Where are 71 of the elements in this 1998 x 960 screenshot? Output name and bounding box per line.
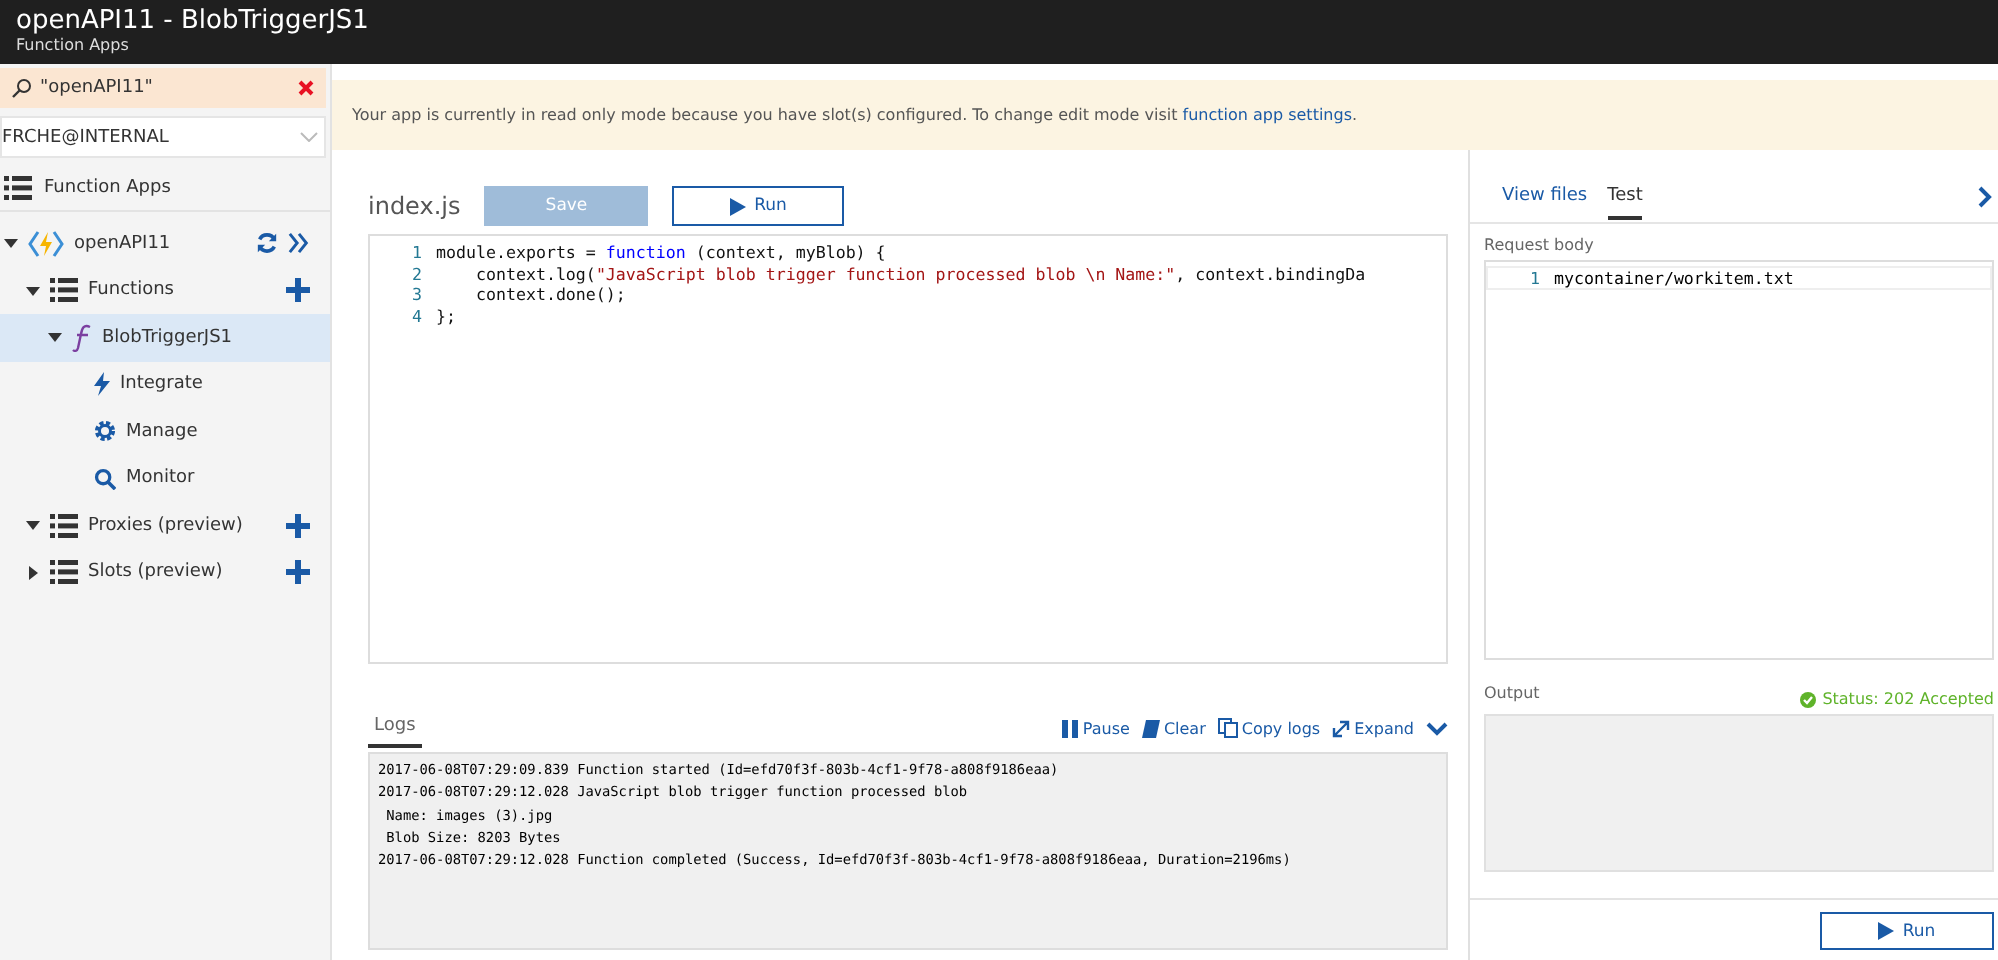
tree-item[interactable]: Slots (preview) (0, 549, 330, 596)
caret-down-icon[interactable] (26, 283, 40, 298)
function-icon (72, 323, 92, 352)
clear-link[interactable]: Clear (1141, 719, 1206, 737)
check-circle-icon (1800, 691, 1817, 707)
request-body-editor[interactable]: 1 mycontainer/workitem.txt (1484, 260, 1994, 660)
close-icon[interactable] (298, 80, 314, 96)
code-line: context.log("JavaScript blob trigger function processed blob \n Name:", context.bindingDa (473, 263, 1366, 284)
function-apps-item[interactable]: Function Apps (0, 166, 330, 212)
status-text: Status: 202 Accepted (1800, 690, 1994, 708)
line-number: 1 (410, 242, 424, 263)
search-icon (94, 467, 116, 490)
add-icon[interactable] (286, 560, 310, 585)
eraser-icon (1141, 719, 1160, 737)
window-title: openAPI11 - BlobTriggerJS1 (16, 6, 369, 36)
line-number: 4 (410, 305, 424, 326)
copy-icon (1217, 718, 1238, 738)
expand-icon (1332, 719, 1351, 737)
tree-item[interactable]: Monitor (0, 455, 330, 502)
caret-down-icon[interactable] (26, 518, 40, 533)
tree-item[interactable]: BlobTriggerJS1 (0, 314, 330, 361)
caret-down-icon[interactable] (48, 330, 62, 345)
run-button[interactable]: Run (672, 186, 845, 226)
output-label: Output (1484, 684, 1540, 706)
panel-tab[interactable]: Test (1607, 175, 1643, 219)
request-body-label: Request body (1484, 236, 1596, 258)
line-number: 3 (410, 284, 424, 305)
refresh-icon[interactable] (256, 232, 278, 255)
code-line: mycontainer/workitem.txt (1554, 268, 1794, 288)
panel-tab[interactable]: View files (1502, 175, 1588, 219)
add-icon[interactable] (286, 278, 310, 303)
chevron-down-icon (300, 132, 318, 142)
copy-link[interactable]: Copy logs (1217, 718, 1321, 738)
settings-link[interactable]: function app settings (1182, 106, 1352, 124)
list-icon (50, 513, 78, 538)
list-icon (50, 278, 78, 303)
play-icon (1878, 922, 1895, 940)
code-line: context.done(); (473, 284, 626, 305)
run-button[interactable]: Run (1820, 912, 1994, 950)
tree-item[interactable]: openAPI11 (0, 220, 330, 267)
code-line: }; (436, 305, 456, 326)
line-number: 2 (410, 263, 424, 284)
banner-text: Your app is currently in read only mode because you have slot(s) configured. To change edit mode visit function app settings. (352, 106, 1358, 124)
list-icon (50, 560, 78, 585)
window-subtitle: Function Apps (16, 36, 129, 56)
lightning-app-icon (28, 229, 64, 258)
code-editor[interactable]: 1 module.exports = function (context, myBlob) { 2 context.log("JavaScript blob trigger function processed blob \n Name:", context.bindingDa 3 context.done(); 4 }; (368, 234, 1448, 664)
line-number: 1 (1528, 268, 1542, 288)
code-line: module.exports = function (context, myBlob) { (436, 242, 886, 263)
tree-item[interactable]: Integrate (0, 361, 330, 408)
add-icon[interactable] (286, 513, 310, 538)
list-icon (4, 176, 32, 200)
play-icon (730, 197, 747, 215)
caret-right-icon[interactable] (26, 565, 40, 580)
expand-link[interactable]: Expand (1332, 719, 1414, 737)
gear-icon (94, 420, 116, 443)
tree-item[interactable]: Proxies (preview) (0, 502, 330, 549)
bolt-icon (94, 372, 110, 397)
caret-down-icon[interactable] (4, 236, 18, 251)
file-name: index.js (368, 190, 461, 222)
pause-icon (1062, 719, 1079, 737)
chevron-right-icon[interactable] (1978, 186, 1992, 208)
search-icon (12, 78, 32, 98)
account-dropdown[interactable]: FRCHE@INTERNAL (0, 116, 326, 158)
tree-item[interactable]: Manage (0, 408, 330, 455)
search-field[interactable]: "openAPI11" (0, 68, 326, 108)
chevron-down-icon[interactable] (1426, 721, 1448, 735)
double-chevron-icon[interactable] (288, 232, 310, 255)
pause-link[interactable]: Pause (1062, 719, 1130, 737)
tree-item[interactable]: Functions (0, 267, 330, 314)
logs-tab[interactable]: Logs (368, 716, 422, 748)
